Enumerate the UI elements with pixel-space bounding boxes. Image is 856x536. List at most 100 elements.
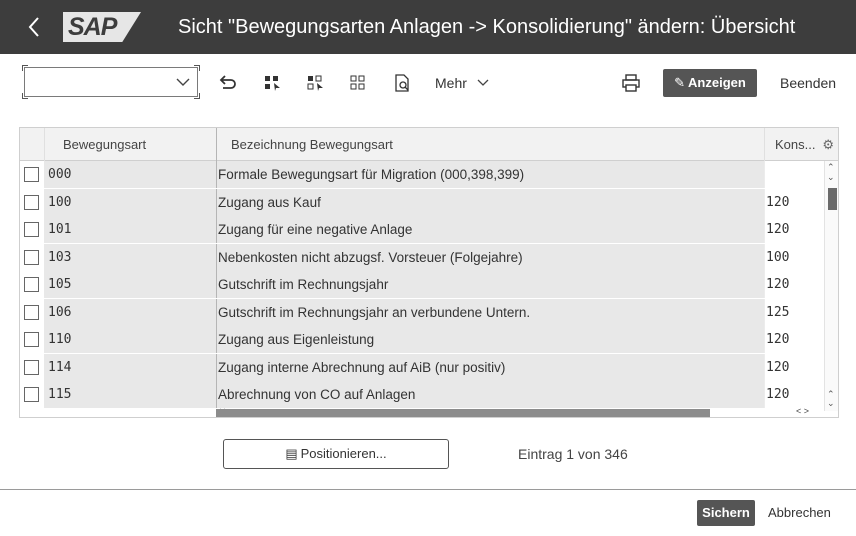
row-selector[interactable]	[20, 216, 44, 243]
cell-konsolidierung[interactable]: 120	[764, 353, 824, 381]
corner-mark	[22, 93, 28, 99]
row-selector[interactable]	[20, 161, 44, 188]
sap-logo-text: SAP	[68, 13, 117, 41]
cell-bezeichnung: Gutschrift im Rechnungsjahr an verbunden…	[216, 298, 764, 326]
table-row: 110 Zugang aus Eigenleistung 120	[20, 326, 824, 354]
table-row: 103 Nebenkosten nicht abzugsf. Vorsteuer…	[20, 243, 824, 271]
cell-konsolidierung[interactable]: 120	[764, 381, 824, 408]
cell-konsolidierung[interactable]	[764, 161, 824, 188]
cell-bewegungsart: 103	[44, 243, 216, 271]
save-button[interactable]: Sichern	[697, 500, 755, 526]
table-row: 114 Zugang interne Abrechnung auf AiB (n…	[20, 353, 824, 381]
cell-konsolidierung[interactable]: 120	[764, 188, 824, 216]
cell-konsolidierung[interactable]: 125	[764, 298, 824, 326]
deselect-all-icon[interactable]	[348, 72, 370, 94]
row-selector[interactable]	[20, 271, 44, 298]
table-row: 000 Formale Bewegungsart für Migration (…	[20, 161, 824, 189]
row-checkbox[interactable]	[24, 332, 39, 347]
cell-konsolidierung[interactable]: 100	[764, 243, 824, 271]
toolbar: Mehr ✎ Anzeigen Beenden	[0, 54, 856, 110]
scroll-up-icon[interactable]: ⌃	[827, 163, 835, 172]
more-menu[interactable]: Mehr	[435, 72, 489, 94]
chevron-left-icon	[28, 17, 39, 37]
title-bar: SAP Sicht "Bewegungsarten Anlagen -> Kon…	[0, 0, 856, 54]
print-icon[interactable]	[620, 72, 642, 94]
column-header-bezeichnung[interactable]: Bezeichnung Bewegungsart	[216, 128, 764, 161]
row-checkbox[interactable]	[24, 249, 39, 265]
row-checkbox[interactable]	[24, 387, 39, 402]
table-row: 100 Zugang aus Kauf 120	[20, 188, 824, 216]
cell-bewegungsart: 000	[44, 161, 216, 188]
data-table: Bewegungsart Bezeichnung Bewegungsart Ko…	[19, 127, 839, 418]
table-row: 106 Gutschrift im Rechnungsjahr an verbu…	[20, 298, 824, 326]
column-header-bewegungsart[interactable]: Bewegungsart	[44, 128, 216, 161]
gear-icon[interactable]: ⚙	[822, 128, 834, 161]
selection-column-header[interactable]	[20, 128, 44, 161]
position-button-label: Positionieren...	[300, 446, 387, 461]
where-used-icon[interactable]	[391, 72, 413, 94]
position-button[interactable]: ▤ Positionieren...	[223, 439, 449, 469]
cell-bewegungsart: 110	[44, 326, 216, 353]
undo-icon[interactable]	[217, 72, 239, 94]
entry-count: Eintrag 1 von 346	[518, 446, 628, 462]
cell-bezeichnung: Zugang interne Abrechnung auf AiB (nur p…	[216, 353, 764, 381]
cell-bewegungsart: 106	[44, 298, 216, 326]
row-checkbox[interactable]	[24, 277, 39, 292]
display-change-icon: ✎	[674, 75, 686, 90]
row-checkbox[interactable]	[24, 304, 39, 320]
cell-bezeichnung: Zugang für eine negative Anlage	[216, 216, 764, 243]
back-button[interactable]	[22, 12, 46, 42]
column-header-konsolidierung[interactable]: Kons... ⚙	[764, 128, 838, 161]
cell-konsolidierung[interactable]: 120	[764, 326, 824, 353]
scroll-left-right-icon[interactable]: < >	[796, 406, 809, 416]
corner-mark	[194, 93, 200, 99]
horizontal-scroll-thumb[interactable]	[216, 409, 710, 417]
vertical-scrollbar[interactable]: ⌃ ⌄ ⌃ ⌄	[824, 161, 838, 411]
table-row: 101 Zugang für eine negative Anlage 120	[20, 216, 824, 244]
more-label: Mehr	[435, 75, 467, 91]
corner-mark	[194, 65, 200, 71]
cell-bezeichnung: Zugang aus Kauf	[216, 188, 764, 216]
command-field[interactable]	[22, 65, 200, 99]
position-icon: ▤	[285, 446, 298, 461]
cell-konsolidierung[interactable]: 120	[764, 216, 824, 243]
table-row: 105 Gutschrift im Rechnungsjahr 120	[20, 271, 824, 299]
cell-bezeichnung: Nebenkosten nicht abzugsf. Vorsteuer (Fo…	[216, 243, 764, 271]
chevron-down-icon	[477, 79, 489, 86]
row-selector[interactable]	[20, 243, 44, 271]
cell-bezeichnung: Zugang aus Eigenleistung	[216, 326, 764, 353]
corner-mark	[22, 65, 28, 71]
cell-bezeichnung: Abrechnung von CO auf Anlagen	[216, 381, 764, 408]
row-selector[interactable]	[20, 188, 44, 216]
exit-button[interactable]: Beenden	[780, 69, 836, 97]
cancel-button[interactable]: Abbrechen	[768, 500, 831, 526]
cell-bewegungsart: 105	[44, 271, 216, 298]
select-all-icon[interactable]	[262, 72, 284, 94]
row-selector[interactable]	[20, 326, 44, 353]
cell-konsolidierung[interactable]: 120	[764, 271, 824, 298]
row-checkbox[interactable]	[24, 359, 39, 375]
cell-bezeichnung: Gutschrift im Rechnungsjahr	[216, 271, 764, 298]
cell-bewegungsart: 114	[44, 353, 216, 381]
vertical-scroll-thumb[interactable]	[828, 188, 837, 210]
cell-bezeichnung: Formale Bewegungsart für Migration (000,…	[216, 161, 764, 188]
cell-bewegungsart: 100	[44, 188, 216, 216]
table-row: 115 Abrechnung von CO auf Anlagen 120	[20, 381, 824, 409]
scroll-down-icon[interactable]: ⌄	[827, 173, 835, 182]
display-button[interactable]: ✎ Anzeigen	[663, 69, 757, 97]
cell-bewegungsart: 115	[44, 381, 216, 408]
row-checkbox[interactable]	[24, 167, 39, 182]
row-selector[interactable]	[20, 353, 44, 381]
table-header: Bewegungsart Bezeichnung Bewegungsart Ko…	[20, 128, 838, 161]
row-checkbox[interactable]	[24, 194, 39, 210]
row-selector[interactable]	[20, 298, 44, 326]
chevron-down-icon[interactable]	[175, 74, 191, 90]
row-checkbox[interactable]	[24, 222, 39, 237]
cell-bewegungsart: 101	[44, 216, 216, 243]
row-selector[interactable]	[20, 381, 44, 408]
page-title: Sicht "Bewegungsarten Anlagen -> Konsoli…	[178, 16, 796, 38]
scroll-down-icon[interactable]: ⌄	[827, 399, 835, 408]
select-block-icon[interactable]	[305, 72, 327, 94]
footer-bar: Sichern Abbrechen	[0, 489, 856, 536]
sap-logo: SAP	[63, 12, 141, 42]
